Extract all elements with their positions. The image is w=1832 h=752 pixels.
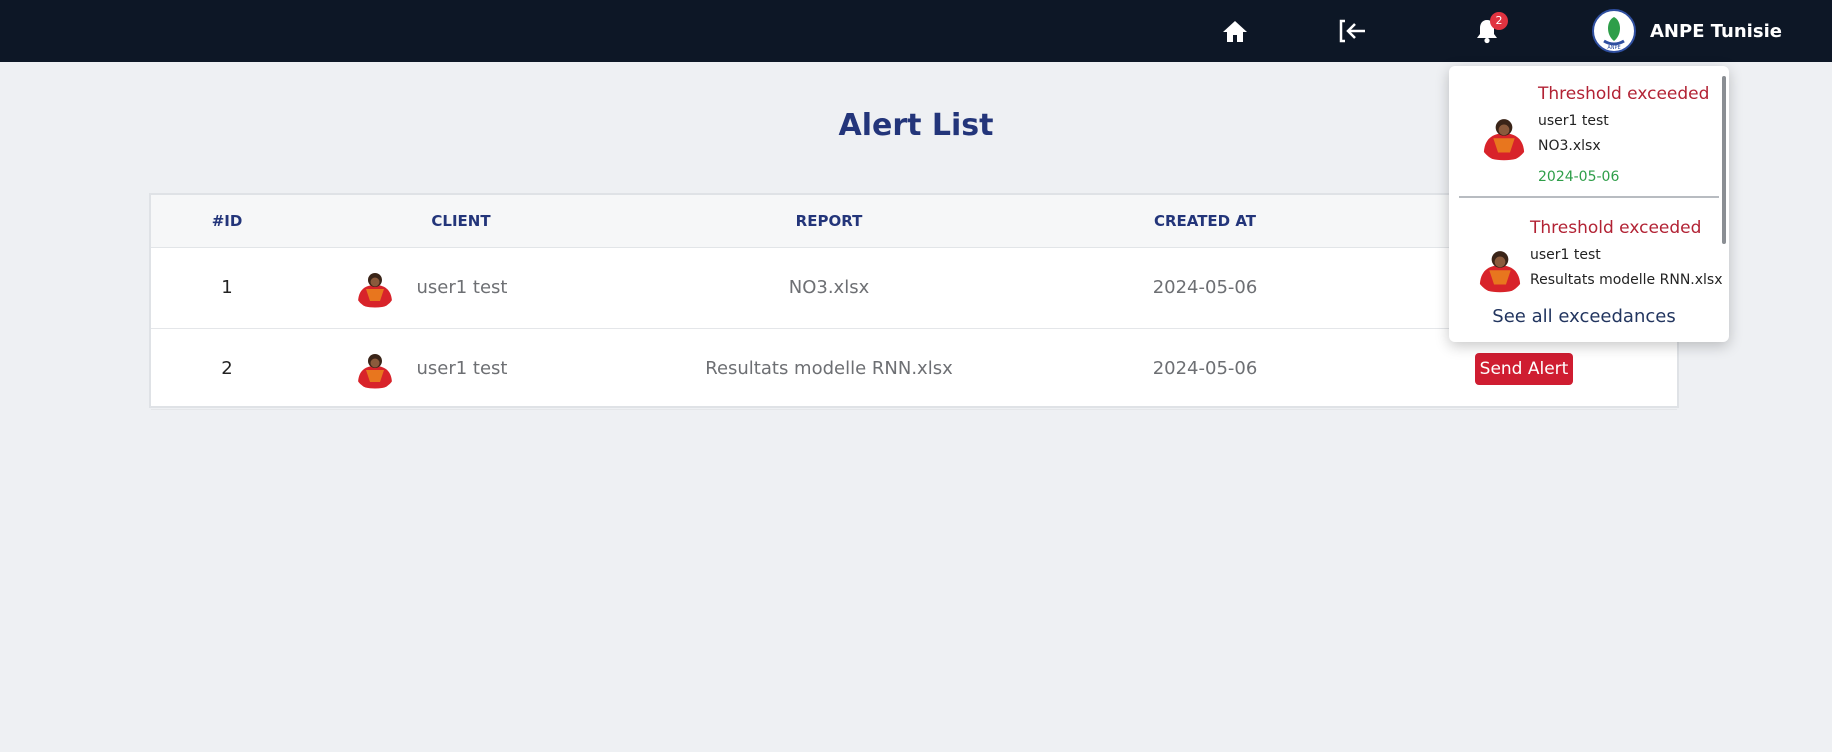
bell-icon[interactable]: 2 <box>1472 12 1508 46</box>
notifications-dropdown: Threshold exceeded user1 test NO3.xlsx 2… <box>1449 66 1729 342</box>
logout-icon[interactable] <box>1338 16 1368 46</box>
home-icon[interactable] <box>1220 16 1250 46</box>
created-at: 2024-05-06 <box>1152 277 1258 298</box>
notification-count-badge: 2 <box>1490 12 1508 30</box>
notification-user: user1 test <box>1538 113 1609 129</box>
notification-title: Threshold exceeded <box>1538 84 1710 104</box>
row-id: 1 <box>221 277 233 298</box>
column-header-id: #ID <box>151 195 303 248</box>
notification-file: Resultats modelle RNN.xlsx <box>1530 272 1723 288</box>
notification-date: 2024-05-06 <box>1538 169 1620 185</box>
notification-user: user1 test <box>1530 247 1601 263</box>
created-at: 2024-05-06 <box>1152 358 1258 379</box>
dropdown-scrollbar[interactable] <box>1722 76 1726 244</box>
client-name: user1 test <box>416 358 508 379</box>
notification-file: NO3.xlsx <box>1538 138 1601 154</box>
see-all-exceedances-link[interactable]: See all exceedances <box>1449 306 1719 327</box>
avatar <box>1475 244 1525 294</box>
column-header-report: REPORT <box>619 195 1039 248</box>
avatar <box>354 347 397 390</box>
column-header-client: CLIENT <box>303 195 619 248</box>
avatar <box>1479 112 1529 162</box>
report-file: Resultats modelle RNN.xlsx <box>705 358 953 379</box>
svg-text:ANPE: ANPE <box>1607 45 1620 51</box>
brand-logo: ANPE <box>1592 9 1636 53</box>
top-navbar: 2 ANPE ANPE Tunisie <box>0 0 1832 62</box>
brand[interactable]: ANPE ANPE Tunisie <box>1592 6 1782 56</box>
report-file: NO3.xlsx <box>788 277 870 298</box>
send-alert-button[interactable]: Send Alert <box>1474 352 1574 385</box>
divider <box>1459 196 1719 198</box>
table-row: 2 user1 test Resultats modelle RNN.xlsx … <box>151 328 1677 409</box>
column-header-created-at: CREATED AT <box>1039 195 1371 248</box>
client-name: user1 test <box>416 277 508 298</box>
avatar <box>354 266 397 309</box>
row-id: 2 <box>221 358 233 379</box>
notification-title: Threshold exceeded <box>1530 218 1702 238</box>
brand-name: ANPE Tunisie <box>1650 20 1782 42</box>
